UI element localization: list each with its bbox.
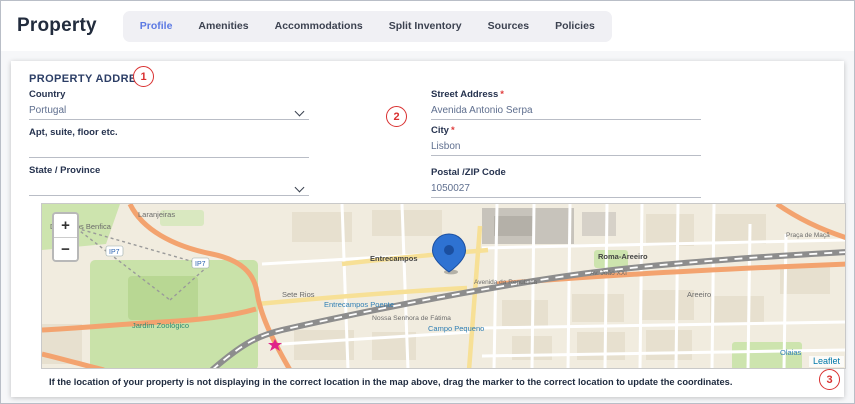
map-label: Nossa Senhora de Fátima — [372, 315, 451, 322]
state-label: State / Province — [29, 165, 309, 176]
svg-text:IP7: IP7 — [195, 261, 206, 268]
tab-sources[interactable]: Sources — [475, 20, 542, 32]
country-select[interactable]: Country Portugal — [29, 89, 309, 120]
map-label: Avenida da República — [474, 279, 538, 286]
map-label: Sete Rios — [282, 290, 315, 299]
apt-value — [29, 143, 309, 157]
map-instruction-note: If the location of your property is not … — [49, 377, 732, 387]
city-value: Lisbon — [431, 141, 701, 155]
tab-split-inventory[interactable]: Split Inventory — [376, 20, 475, 32]
street-address-label: Street Address* — [431, 89, 701, 100]
annotation-2: 2 — [386, 106, 407, 127]
page-title: Property — [17, 15, 97, 37]
annotation-1: 1 — [133, 66, 154, 87]
required-asterisk: * — [451, 125, 455, 136]
postal-code-input[interactable]: Postal /ZIP Code 1050027 — [431, 167, 701, 198]
tab-profile[interactable]: Profile — [127, 20, 186, 32]
street-address-value: Avenida Antonio Serpa — [431, 105, 701, 119]
property-address-card: PROPERTY ADDRESS 1 2 3 Country Portugal … — [11, 61, 844, 397]
apt-label: Apt, suite, floor etc. — [29, 127, 309, 138]
map-label: Areeiro — [687, 290, 711, 299]
tab-bar: Profile Amenities Accommodations Split I… — [123, 11, 612, 42]
apt-input[interactable]: Apt, suite, floor etc. — [29, 127, 309, 158]
street-address-input[interactable]: Street Address* Avenida Antonio Serpa — [431, 89, 701, 120]
annotation-3: 3 — [819, 369, 840, 390]
zoom-in-button[interactable]: + — [54, 214, 77, 237]
map-label: Praça de Maçã — [786, 232, 830, 239]
location-map[interactable]: + − Leaflet — [41, 203, 846, 369]
map-label: Av. João XXI — [590, 270, 627, 277]
svg-text:IP7: IP7 — [109, 249, 120, 256]
tab-amenities[interactable]: Amenities — [185, 20, 261, 32]
map-zoom-control: + − — [52, 212, 79, 262]
state-value — [29, 181, 309, 195]
map-label: Olaias — [780, 348, 802, 357]
country-value: Portugal — [29, 105, 309, 119]
tab-accommodations[interactable]: Accommodations — [262, 20, 376, 32]
top-bar: Property Profile Amenities Accommodation… — [1, 1, 854, 51]
map-label: Campo Pequeno — [428, 324, 484, 333]
map-label: Laranjeiras — [138, 210, 175, 219]
required-asterisk: * — [500, 89, 504, 100]
zoom-out-button[interactable]: − — [54, 237, 77, 260]
map-label: Entrecampos — [370, 254, 418, 263]
city-input[interactable]: City* Lisbon — [431, 125, 701, 156]
tab-policies[interactable]: Policies — [542, 20, 608, 32]
property-page: Property Profile Amenities Accommodation… — [0, 0, 855, 404]
map-label: Roma-Areeiro — [598, 252, 648, 261]
map-canvas: IP7 IP7 Laranjeiras Domingos Benfica Jar… — [42, 204, 846, 369]
leaflet-attribution[interactable]: Leaflet — [809, 356, 844, 367]
map-label: Jardim Zoológico — [132, 321, 189, 330]
country-label: Country — [29, 89, 309, 100]
postal-code-value: 1050027 — [431, 183, 701, 197]
city-label: City* — [431, 125, 701, 136]
state-select[interactable]: State / Province — [29, 165, 309, 196]
map-label: Entrecampos Poente — [324, 300, 394, 309]
postal-code-label: Postal /ZIP Code — [431, 167, 701, 178]
